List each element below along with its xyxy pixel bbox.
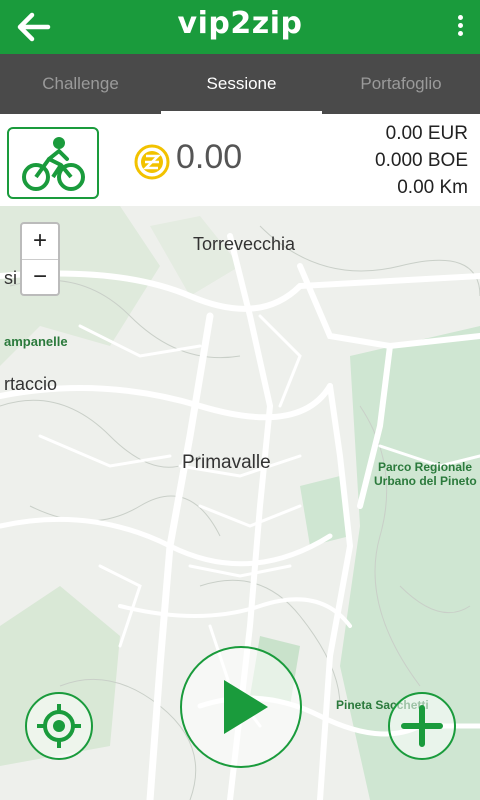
app-title: vip2zip xyxy=(177,6,303,41)
zoom-in-button[interactable]: + xyxy=(22,224,58,260)
map-label-primavalle: Primavalle xyxy=(182,452,271,473)
boe-value: 0.000 BOE xyxy=(375,150,468,171)
km-value: 0.00 Km xyxy=(397,177,468,198)
tab-challenge[interactable]: Challenge xyxy=(0,54,161,114)
start-session-button[interactable] xyxy=(180,646,302,768)
map-label-parco-2: Urbano del Pineto xyxy=(374,474,477,488)
zoom-control: + − xyxy=(20,222,60,296)
play-icon xyxy=(224,680,268,734)
map-label-parco-1: Parco Regionale xyxy=(378,460,473,474)
map-view[interactable]: + − Torrevecchia si ampanelle rtaccio Pr… xyxy=(0,206,480,800)
metrics: 0.00 EUR 0.000 BOE 0.00 Km xyxy=(375,120,468,201)
zoom-out-button[interactable]: − xyxy=(22,260,58,295)
app-header: vip2zip xyxy=(0,0,480,54)
bike-mode-button[interactable] xyxy=(7,127,99,199)
map-label-campanelle: ampanelle xyxy=(4,334,68,349)
map-label-torrevecchia: Torrevecchia xyxy=(193,234,296,254)
tab-bar: Challenge Sessione Portafoglio xyxy=(0,54,480,114)
tab-sessione[interactable]: Sessione xyxy=(161,54,322,114)
crosshair-icon xyxy=(37,704,81,748)
map-label-ortaccio: rtaccio xyxy=(4,374,58,394)
add-button[interactable] xyxy=(388,692,456,760)
session-stats: 0.00 0.00 EUR 0.000 BOE 0.00 Km xyxy=(0,114,480,206)
plus-icon xyxy=(401,705,443,747)
coin-icon xyxy=(134,144,170,180)
eur-value: 0.00 EUR xyxy=(385,123,468,144)
kebab-menu-icon[interactable] xyxy=(450,12,470,44)
map-label-si: si xyxy=(4,268,17,288)
bicycle-icon xyxy=(22,137,85,191)
tab-portafoglio[interactable]: Portafoglio xyxy=(322,54,480,114)
locate-button[interactable] xyxy=(25,692,93,760)
balance-value: 0.00 xyxy=(176,138,243,176)
